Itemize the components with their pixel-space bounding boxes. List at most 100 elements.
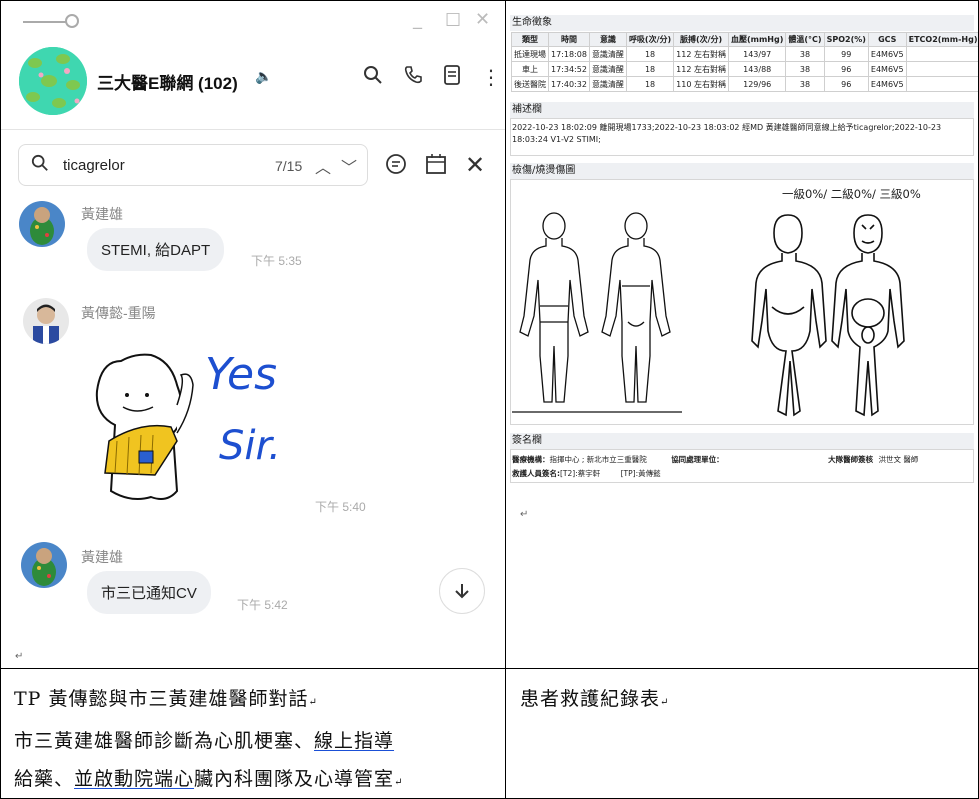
physician-review-value: 洪世文 醫師 [878, 455, 919, 464]
column-header: 血壓(mmHg) [727, 32, 787, 47]
minimize-icon[interactable]: _ [413, 9, 422, 30]
table-cell [905, 61, 978, 77]
search-icon[interactable] [363, 65, 383, 90]
ems-signature-label: 救護人員簽名: [512, 469, 560, 478]
burn-degree-summary: 一級0%/ 二級0%/ 三級0% [782, 187, 921, 201]
group-avatar[interactable] [19, 47, 87, 115]
table-cell: 110 左右對稱 [673, 76, 729, 92]
table-cell: 96 [823, 61, 869, 77]
phone-icon[interactable] [403, 65, 423, 90]
close-icon[interactable]: ✕ [475, 9, 490, 30]
search-result-count: 7/15 [275, 158, 303, 174]
table-cell: 17:18:08 [548, 46, 590, 62]
paragraph-mark-icon: ↵ [394, 777, 404, 788]
table-cell: E4M6V5 [867, 61, 907, 77]
sender-name: 黃建雄 [81, 549, 123, 565]
message-bubble[interactable]: STEMI, 給DAPT [87, 228, 225, 271]
table-cell [905, 76, 978, 92]
patient-record-form: 生命徵象 類型 時間 意識 呼吸(次/分) 脈搏(次/分) 血壓(mmHg) 體… [506, 1, 978, 668]
physician-review-label: 大隊醫師簽核 [828, 455, 874, 464]
close-search-icon[interactable]: ✕ [465, 151, 485, 179]
signature-row-1: 醫療機構：指揮中心 ; 新北市立三重醫院 協同處理單位： 大隊醫師簽核 洪世文 … [512, 454, 918, 465]
ems-t2-value: [T2]:蔡宇軒 [560, 469, 601, 478]
more-options-icon[interactable]: ⋮ [481, 65, 501, 89]
notes-icon[interactable] [443, 65, 461, 90]
column-header: 脈搏(次/分) [673, 32, 729, 47]
table-cell: 38 [785, 76, 825, 92]
caption-left-line-2: 市三黃建雄醫師診斷為心肌梗塞、線上指導 [14, 726, 394, 753]
table-cell: 18 [625, 76, 675, 92]
column-header: GCS [867, 32, 907, 47]
table-cell: 17:34:52 [548, 61, 590, 77]
maximize-icon[interactable]: ☐ [445, 10, 461, 31]
vitals-table: 類型 時間 意識 呼吸(次/分) 脈搏(次/分) 血壓(mmHg) 體溫(°C)… [511, 32, 978, 92]
caption-text: 臟內科團隊及心導管室 [194, 768, 395, 790]
table-cell: 112 左右對稱 [673, 46, 729, 62]
message-bubble[interactable]: 市三已通知CV [87, 571, 211, 614]
caption-left-line-3: 給藥、並啟動院端心臟內科團隊及心導管室↵ [14, 764, 403, 791]
vitals-section-title: 生命徵象 [510, 15, 974, 31]
table-cell: 96 [823, 76, 869, 92]
table-cell: 18 [625, 61, 675, 77]
scroll-to-bottom-button[interactable] [439, 568, 485, 614]
header-divider [1, 129, 505, 130]
avatar[interactable] [23, 298, 69, 344]
avatar[interactable] [19, 201, 65, 247]
column-header: 體溫(°C) [785, 32, 825, 47]
table-cell: 143/88 [727, 61, 787, 77]
table-cell: 意識清醒 [588, 46, 627, 62]
paragraph-mark-icon: ↵ [308, 697, 318, 708]
column-header: 意識 [588, 32, 627, 47]
table-cell: 112 左右對稱 [673, 61, 729, 77]
column-header: 時間 [548, 32, 590, 47]
table-cell: 129/96 [727, 76, 787, 92]
caption-text: TP 黃傳懿與市三黃建雄醫師對話 [14, 688, 309, 710]
table-cell: 意識清醒 [588, 61, 627, 77]
column-header: ETCO2(mm-Hg) [905, 32, 978, 47]
search-bar[interactable]: ticagrelor 7/15 ︿ ﹀ [18, 144, 368, 186]
search-input[interactable]: ticagrelor [63, 157, 125, 174]
table-cell: 17:40:32 [548, 76, 590, 92]
note-text: 2022-10-23 18:02:09 離開現場1733;2022-10-23 … [512, 123, 942, 144]
opacity-slider[interactable] [23, 21, 71, 23]
table-cell: 後送醫院 [511, 76, 549, 92]
paragraph-mark-icon: ↵ [15, 651, 24, 662]
message-time: 下午 5:40 [315, 500, 366, 514]
table-row: 後送醫院 17:40:32 意識清醒 18 110 左右對稱 129/96 38… [511, 76, 978, 92]
table-cell: E4M6V5 [867, 76, 907, 92]
table-cell: 18 [625, 46, 675, 62]
note-section-title: 補述欄 [510, 102, 974, 118]
column-header: SPO2(%) [823, 32, 869, 47]
institution-value: 指揮中心 ; 新北市立三重醫院 [549, 455, 647, 464]
chat-window: _ ☐ ✕ 三大醫E聯網 (102) 🔈 ⋮ ticagrelor 7/15 ︿… [1, 1, 505, 668]
sender-name: 黃建雄 [81, 206, 123, 222]
paragraph-mark-icon: ↵ [660, 697, 670, 708]
table-divider-horizontal [0, 668, 979, 669]
table-row: 車上 17:34:52 意識清醒 18 112 左右對稱 143/88 38 9… [511, 61, 978, 77]
chevron-up-icon[interactable]: ︿ [315, 154, 331, 178]
table-cell: E4M6V5 [867, 46, 907, 62]
institution-label: 醫療機構： [512, 455, 550, 464]
group-title[interactable]: 三大醫E聯網 (102) [97, 69, 238, 94]
table-cell: 143/97 [727, 46, 787, 62]
sticker-text-yes: Yes [205, 349, 278, 400]
column-header: 類型 [511, 32, 549, 47]
table-cell: 意識清醒 [588, 76, 627, 92]
table-row: 抵達現場 17:18:08 意識清醒 18 112 左右對稱 143/97 38… [511, 46, 978, 62]
chat-bubble-icon[interactable] [385, 153, 407, 181]
caption-text: 、 [54, 768, 75, 790]
window-titlebar: _ ☐ ✕ [1, 1, 505, 43]
opacity-slider-knob[interactable] [65, 14, 79, 28]
chevron-down-icon[interactable]: ﹀ [341, 154, 357, 178]
caption-text: 市三黃建雄醫師診斷為心肌梗塞、 [14, 730, 315, 752]
sticker-text-sir: Sir. [219, 423, 281, 469]
table-cell: 99 [823, 46, 869, 62]
body-diagram-front-back [512, 212, 682, 413]
table-cell: 38 [785, 61, 825, 77]
cooperating-unit-label: 協同處理單位： [671, 455, 724, 464]
message-time: 下午 5:42 [237, 598, 288, 612]
calendar-icon[interactable] [425, 153, 447, 181]
caption-text: 患者救護紀錄表 [520, 688, 661, 710]
search-field-icon [31, 154, 48, 171]
avatar[interactable] [21, 542, 67, 588]
